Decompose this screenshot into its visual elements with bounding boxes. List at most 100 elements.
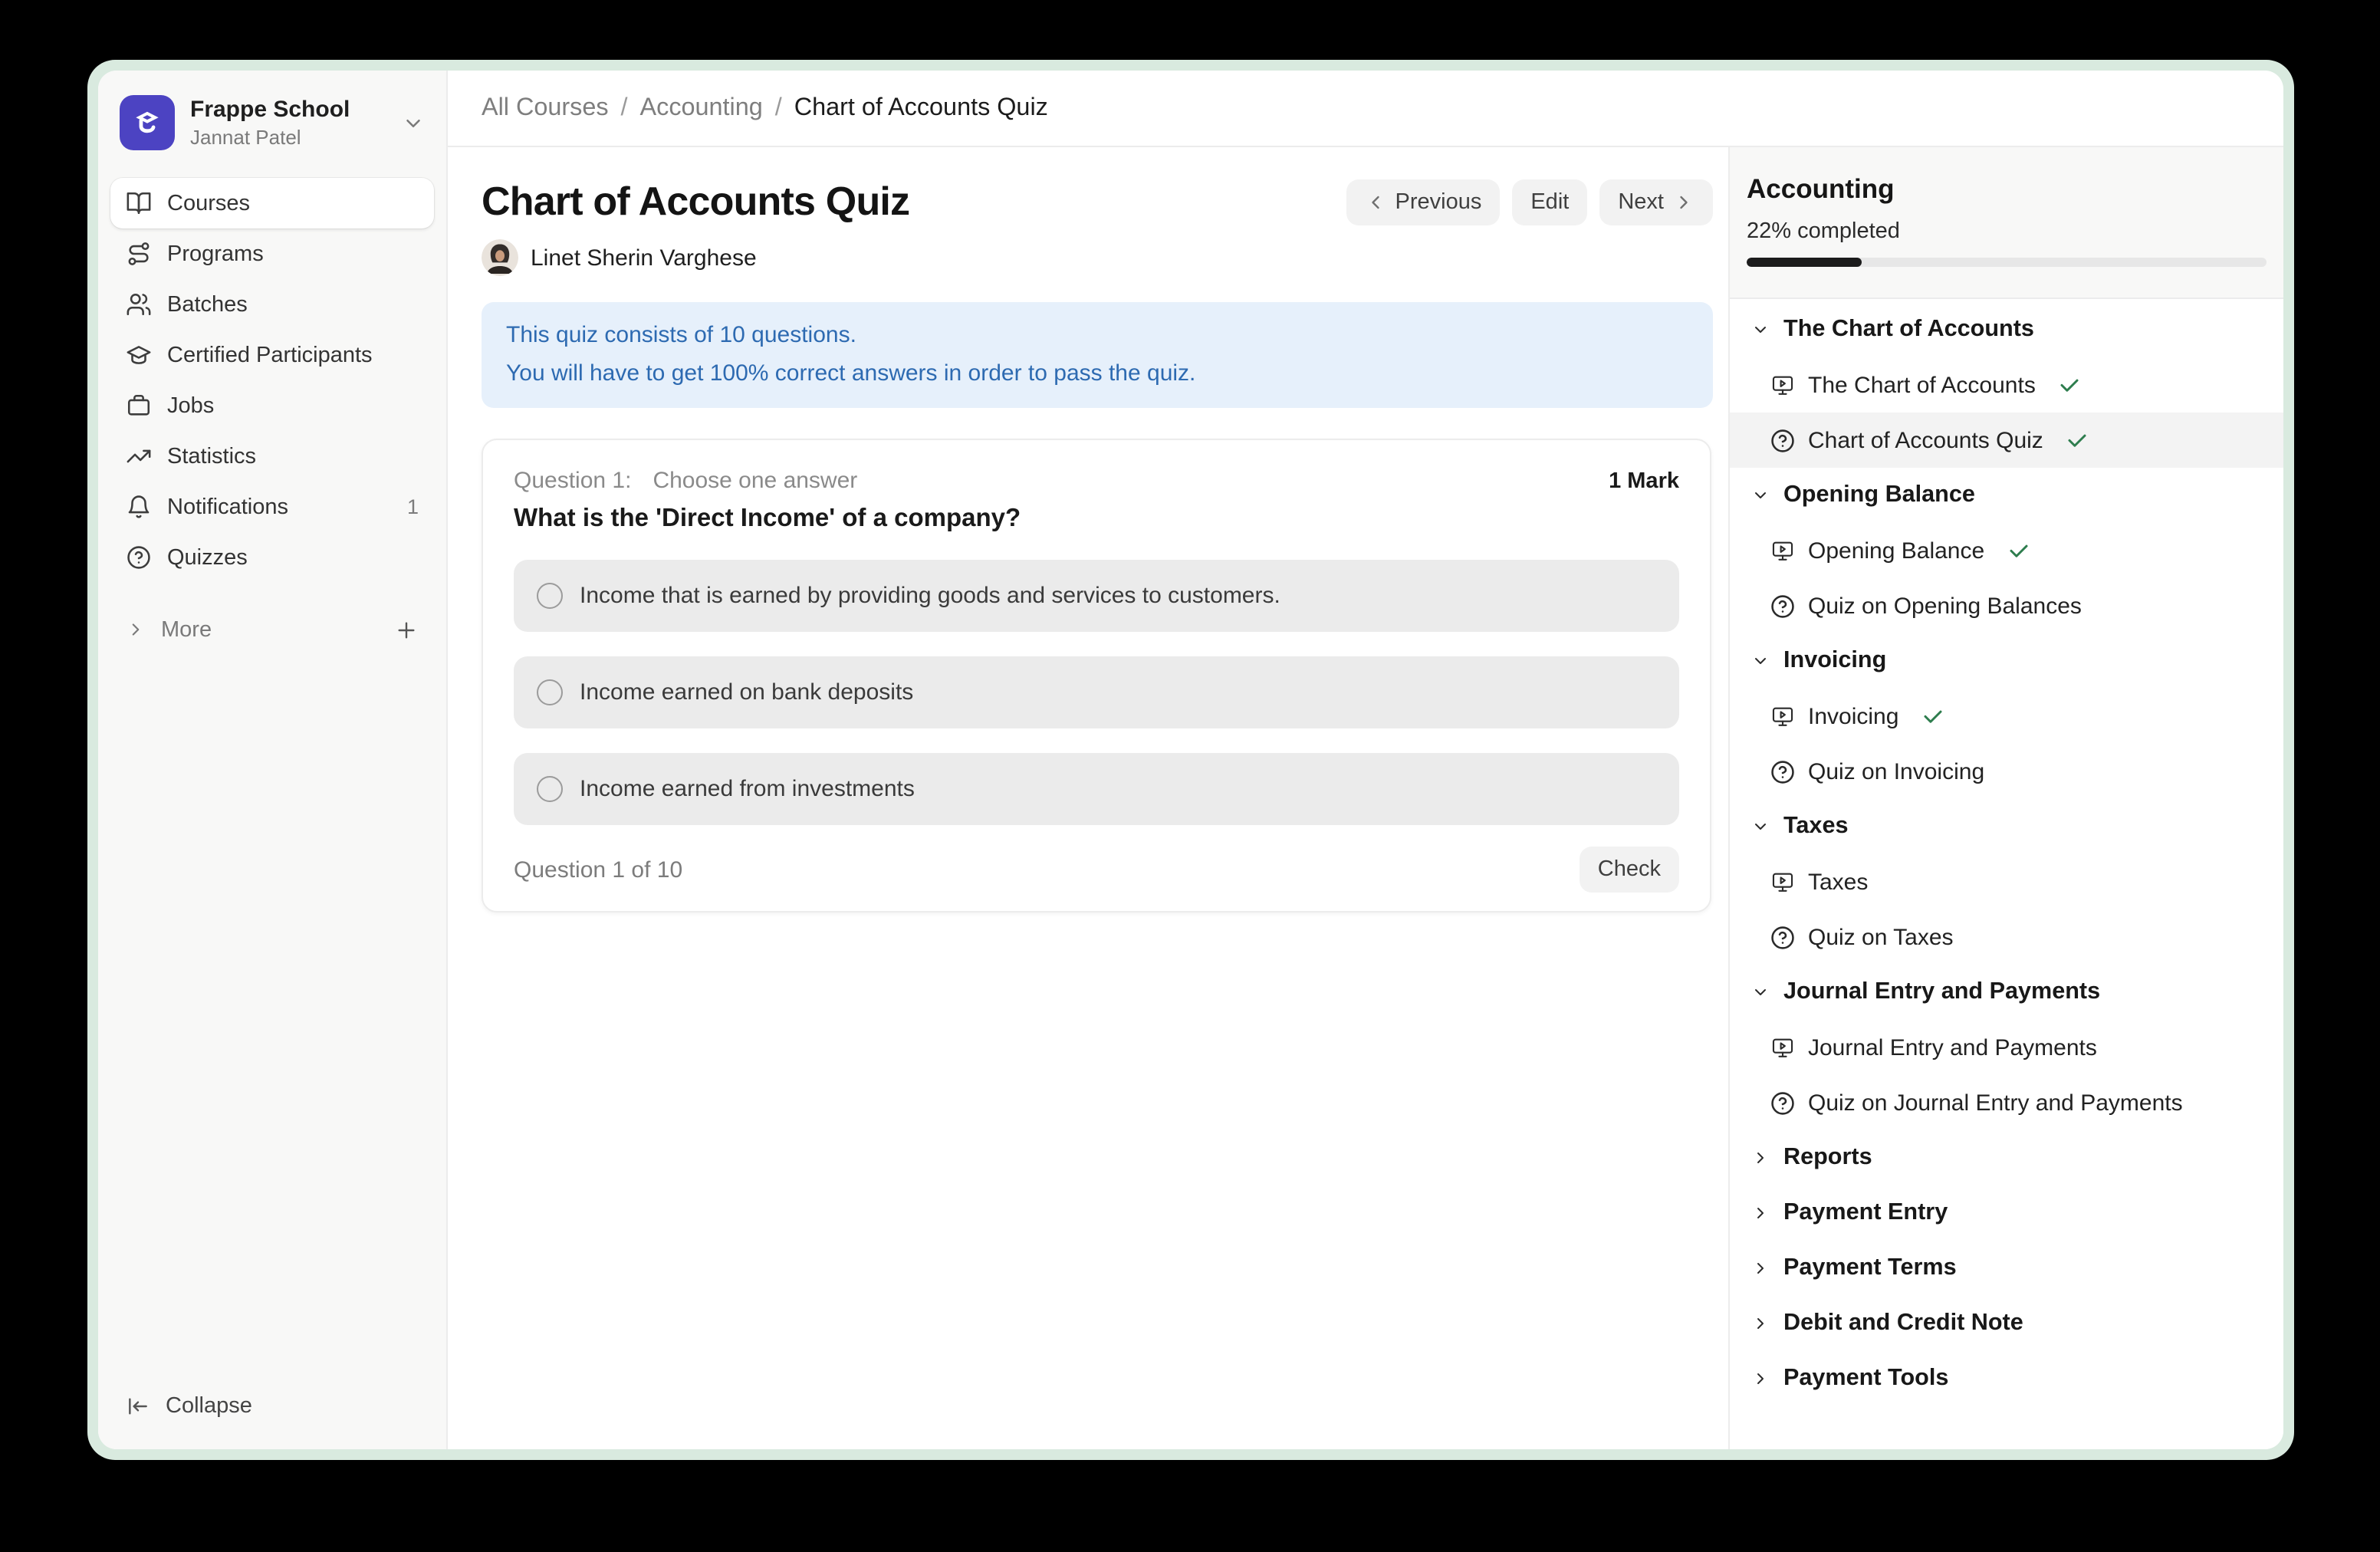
plus-icon[interactable] [394, 617, 419, 642]
collapse-button[interactable]: Collapse [110, 1382, 434, 1431]
video-lesson-icon [1770, 703, 1796, 729]
completed-check-icon [2007, 539, 2030, 562]
question-text: What is the 'Direct Income' of a company… [514, 501, 1679, 535]
chevron-down-icon [1751, 486, 1770, 505]
lesson-row[interactable]: Chart of Accounts Quiz [1730, 413, 2283, 468]
left-sidebar: Frappe School Jannat Patel Courses Progr… [98, 71, 448, 1449]
lesson-row[interactable]: Invoicing [1730, 689, 2283, 744]
next-button[interactable]: Next [1599, 179, 1713, 225]
video-lesson-icon [1770, 869, 1796, 895]
sidebar-item-courses[interactable]: Courses [110, 178, 434, 229]
previous-button[interactable]: Previous [1346, 179, 1501, 225]
quiz-lesson-icon [1770, 427, 1796, 453]
quiz-notice-line: This quiz consists of 10 questions. [506, 317, 1688, 355]
chevron-right-icon [126, 620, 146, 640]
sidebar-item-label: Quizzes [167, 545, 248, 570]
chapter-row[interactable]: Journal Entry and Payments [1730, 965, 2283, 1020]
chevron-right-icon [1751, 1370, 1770, 1388]
chevron-right-icon [1751, 1314, 1770, 1333]
sidebar-item-statistics[interactable]: Statistics [110, 431, 434, 482]
radio-button[interactable] [537, 776, 563, 802]
sidebar-item-label: Statistics [167, 444, 256, 469]
sidebar-item-more[interactable]: More [110, 604, 434, 655]
lesson-row[interactable]: Opening Balance [1730, 523, 2283, 578]
sidebar-item-notifications[interactable]: Notifications 1 [110, 482, 434, 532]
chapter-title: Reports [1783, 1144, 1872, 1172]
route-icon [126, 241, 152, 267]
bell-icon [126, 494, 152, 520]
video-lesson-icon [1770, 1034, 1796, 1060]
radio-button[interactable] [537, 679, 563, 705]
page-title: Chart of Accounts Quiz [482, 178, 909, 225]
book-open-icon [126, 190, 152, 216]
chevron-down-icon [1751, 321, 1770, 339]
question-instruction: Choose one answer [653, 465, 857, 498]
chapter-row[interactable]: Debit and Credit Note [1730, 1296, 2283, 1351]
option-label: Income earned on bank deposits [580, 679, 913, 705]
chapter-title: Payment Terms [1783, 1254, 1957, 1282]
workspace-name: Frappe School [190, 95, 386, 124]
chapter-row[interactable]: Payment Tools [1730, 1351, 2283, 1406]
chapter-row[interactable]: Reports [1730, 1130, 2283, 1185]
lesson-title: Invoicing [1808, 703, 1898, 729]
lesson-row[interactable]: Taxes [1730, 854, 2283, 909]
users-icon [126, 291, 152, 317]
help-circle-icon [126, 544, 152, 570]
quiz-lesson-icon [1770, 593, 1796, 619]
chapter-row[interactable]: Payment Terms [1730, 1241, 2283, 1296]
breadcrumb-item-accounting[interactable]: Accounting [640, 94, 763, 123]
radio-button[interactable] [537, 583, 563, 609]
chevron-right-icon [1673, 191, 1695, 212]
trending-up-icon [126, 443, 152, 469]
chevron-down-icon [1751, 983, 1770, 1001]
chevron-right-icon [1751, 1149, 1770, 1167]
chapter-title: Debit and Credit Note [1783, 1310, 2023, 1337]
video-lesson-icon [1770, 538, 1796, 564]
lesson-row[interactable]: Journal Entry and Payments [1730, 1020, 2283, 1075]
completed-check-icon [2059, 373, 2082, 396]
lesson-row[interactable]: Quiz on Opening Balances [1730, 578, 2283, 633]
lesson-row[interactable]: Quiz on Taxes [1730, 909, 2283, 965]
chapter-row[interactable]: Opening Balance [1730, 468, 2283, 523]
breadcrumb-separator: / [775, 94, 782, 123]
sidebar-item-certified-participants[interactable]: Certified Participants [110, 330, 434, 380]
collapse-label: Collapse [166, 1394, 252, 1419]
chapter-row[interactable]: Taxes [1730, 799, 2283, 854]
sidebar-item-label: Notifications [167, 495, 288, 519]
breadcrumb-separator: / [621, 94, 628, 123]
sidebar-item-label: Jobs [167, 393, 214, 418]
option-label: Income earned from investments [580, 776, 915, 802]
workspace-user: Jannat Patel [190, 124, 386, 150]
quiz-notice: This quiz consists of 10 questions. You … [482, 302, 1713, 408]
course-outline-panel: Accounting 22% completed The Chart of Ac… [1728, 147, 2283, 1449]
course-title: Accounting [1747, 170, 2267, 207]
chapter-row[interactable]: Invoicing [1730, 633, 2283, 689]
question-marks: 1 Mark [1609, 465, 1679, 498]
question-card: Question 1: Choose one answer 1 Mark Wha… [482, 439, 1711, 912]
sidebar-item-batches[interactable]: Batches [110, 279, 434, 330]
answer-option[interactable]: Income earned on bank deposits [514, 656, 1679, 728]
briefcase-icon [126, 393, 152, 419]
breadcrumb-item-all-courses[interactable]: All Courses [482, 94, 609, 123]
progress-bar [1747, 258, 2267, 267]
sidebar-item-programs[interactable]: Programs [110, 229, 434, 279]
workspace-switcher[interactable]: Frappe School Jannat Patel [110, 86, 434, 159]
lesson-row[interactable]: The Chart of Accounts [1730, 357, 2283, 413]
chapter-row[interactable]: Payment Entry [1730, 1185, 2283, 1241]
edit-button[interactable]: Edit [1512, 179, 1587, 225]
lesson-row[interactable]: Quiz on Journal Entry and Payments [1730, 1075, 2283, 1130]
breadcrumb: All Courses / Accounting / Chart of Acco… [448, 71, 2283, 147]
check-button[interactable]: Check [1580, 847, 1679, 893]
stage: Frappe School Jannat Patel Courses Progr… [0, 0, 2380, 1552]
app-window: Frappe School Jannat Patel Courses Progr… [87, 60, 2294, 1460]
sidebar-item-jobs[interactable]: Jobs [110, 380, 434, 431]
answer-option[interactable]: Income that is earned by providing goods… [514, 560, 1679, 632]
sidebar-item-label: Batches [167, 292, 248, 317]
chapter-row[interactable]: The Chart of Accounts [1730, 302, 2283, 357]
sidebar-item-quizzes[interactable]: Quizzes [110, 532, 434, 583]
lesson-title: The Chart of Accounts [1808, 372, 2036, 398]
answer-option[interactable]: Income earned from investments [514, 753, 1679, 825]
lesson-title: Quiz on Taxes [1808, 924, 1954, 950]
lesson-row[interactable]: Quiz on Invoicing [1730, 744, 2283, 799]
course-panel-header: Accounting 22% completed [1730, 147, 2283, 299]
